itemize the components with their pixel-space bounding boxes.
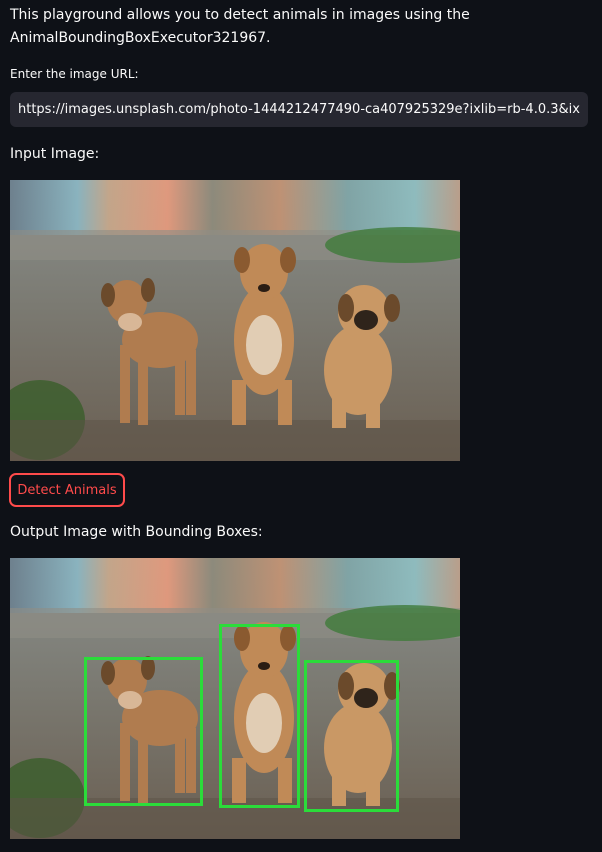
output-image <box>10 558 460 839</box>
detect-animals-button[interactable]: Detect Animals <box>9 473 125 507</box>
intro-text: This playground allows you to detect ani… <box>10 7 470 46</box>
input-image <box>10 180 460 461</box>
output-image-label: Output Image with Bounding Boxes: <box>10 524 263 540</box>
bounding-box-dog-left <box>84 657 203 806</box>
bounding-box-dog-right <box>304 660 399 812</box>
app-page: This playground allows you to detect ani… <box>0 0 602 852</box>
image-url-input[interactable] <box>10 92 588 127</box>
url-field-label: Enter the image URL: <box>10 67 139 81</box>
detect-animals-label: Detect Animals <box>17 482 117 498</box>
input-image-label: Input Image: <box>10 146 100 162</box>
bounding-box-dog-middle <box>219 624 300 808</box>
